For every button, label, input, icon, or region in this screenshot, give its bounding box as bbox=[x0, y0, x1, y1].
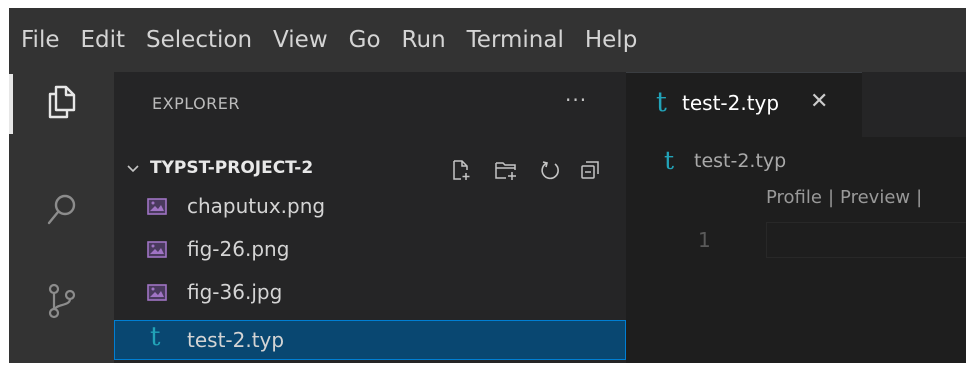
codelens: Profile | Preview | bbox=[766, 187, 928, 208]
file-name: test-2.typ bbox=[187, 328, 285, 352]
vscode-window: File Edit Selection View Go Run Terminal… bbox=[9, 8, 966, 363]
more-actions-button[interactable]: ··· bbox=[565, 88, 587, 112]
image-file-icon bbox=[147, 284, 167, 305]
source-control-activity-button[interactable] bbox=[9, 271, 114, 335]
collapse-all-icon[interactable] bbox=[578, 158, 602, 182]
tab-label: test-2.typ bbox=[682, 91, 780, 115]
menu-help[interactable]: Help bbox=[576, 27, 649, 53]
editor-area: t test-2.typ ✕ t test-2.typ Profile | Prev… bbox=[626, 72, 966, 363]
typst-file-icon: t bbox=[664, 146, 675, 175]
file-name: chaputux.png bbox=[187, 194, 326, 218]
menu-selection[interactable]: Selection bbox=[137, 27, 264, 53]
explorer-activity-button[interactable] bbox=[9, 72, 114, 136]
project-folder-header[interactable]: TYPST-PROJECT-2 bbox=[114, 152, 626, 186]
source-control-icon bbox=[45, 282, 79, 324]
menu-view[interactable]: View bbox=[264, 27, 340, 53]
new-folder-icon[interactable] bbox=[494, 158, 518, 182]
tab-bar: t test-2.typ ✕ bbox=[626, 72, 966, 138]
menu-file[interactable]: File bbox=[9, 27, 72, 53]
file-item[interactable]: chaputux.png bbox=[114, 186, 626, 226]
codelens-separator: | bbox=[916, 187, 923, 208]
chevron-down-icon bbox=[126, 161, 140, 180]
codelens-profile-link[interactable]: Profile bbox=[766, 187, 822, 208]
image-file-icon bbox=[147, 198, 167, 219]
codelens-separator: | bbox=[827, 187, 835, 208]
refresh-icon[interactable] bbox=[538, 158, 562, 182]
menu-terminal[interactable]: Terminal bbox=[458, 27, 576, 53]
breadcrumb-item[interactable]: test-2.typ bbox=[694, 150, 786, 172]
active-indicator bbox=[9, 74, 13, 134]
project-folder-name: TYPST-PROJECT-2 bbox=[150, 158, 314, 178]
current-line-highlight[interactable] bbox=[766, 222, 966, 258]
line-number: 1 bbox=[698, 228, 711, 252]
menubar: File Edit Selection View Go Run Terminal… bbox=[9, 8, 966, 72]
explorer-title: EXPLORER bbox=[152, 94, 240, 113]
explorer-sidebar: EXPLORER ··· TYPST-PROJECT-2 chaputux.pn… bbox=[114, 72, 626, 363]
file-item[interactable]: fig-26.png bbox=[114, 229, 626, 269]
typst-file-icon: t bbox=[150, 322, 161, 352]
file-name: fig-36.jpg bbox=[187, 280, 283, 304]
activity-bar bbox=[9, 72, 114, 363]
close-icon[interactable]: ✕ bbox=[810, 89, 828, 114]
menu-run[interactable]: Run bbox=[393, 27, 458, 53]
search-icon bbox=[45, 192, 79, 232]
typst-file-icon: t bbox=[656, 87, 667, 118]
tab-test-2-typ[interactable]: t test-2.typ ✕ bbox=[626, 72, 862, 138]
file-item[interactable]: fig-36.jpg bbox=[114, 272, 626, 312]
image-file-icon bbox=[147, 241, 167, 262]
menu-edit[interactable]: Edit bbox=[72, 27, 138, 53]
breadcrumb: t test-2.typ bbox=[626, 146, 966, 180]
file-item-selected[interactable]: t test-2.typ bbox=[114, 320, 626, 360]
codelens-preview-link[interactable]: Preview bbox=[840, 187, 910, 208]
menu-go[interactable]: Go bbox=[340, 27, 393, 53]
search-activity-button[interactable] bbox=[9, 180, 114, 244]
file-name: fig-26.png bbox=[187, 237, 290, 261]
files-icon bbox=[45, 84, 79, 124]
new-file-icon[interactable] bbox=[449, 158, 473, 182]
